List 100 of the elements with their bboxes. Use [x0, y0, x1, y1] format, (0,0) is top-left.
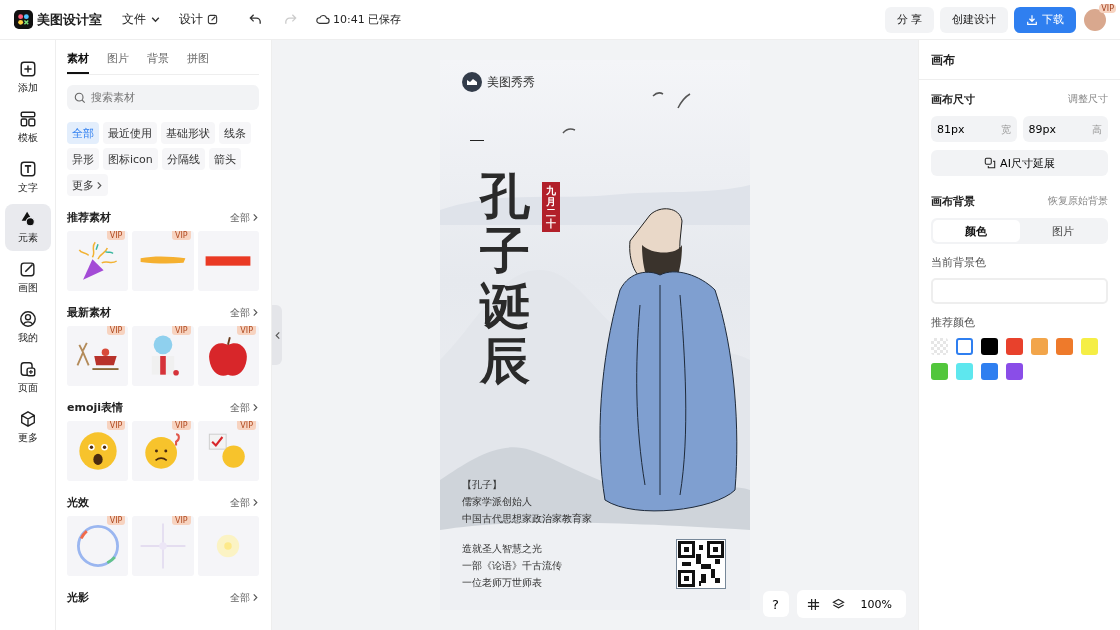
- restore-link[interactable]: 恢复原始背景: [1048, 195, 1108, 208]
- asset-thumbnail[interactable]: VIP: [67, 421, 129, 481]
- vip-badge: VIP: [237, 326, 256, 335]
- action-button[interactable]: 下载: [1014, 6, 1076, 33]
- section-title: emoji表情: [67, 400, 124, 415]
- edit-icon: [18, 260, 37, 278]
- redo-icon[interactable]: [283, 12, 298, 27]
- zoom-level[interactable]: 100%: [856, 597, 896, 611]
- vip-badge: VIP: [172, 231, 191, 240]
- sidebar-item[interactable]: 模板: [4, 104, 51, 151]
- grid-icon[interactable]: [806, 597, 820, 611]
- panel-tab[interactable]: 图片: [107, 51, 129, 74]
- color-swatch[interactable]: [931, 363, 948, 380]
- brush-stroke-drawing: [140, 256, 186, 264]
- chevron-right-icon: [252, 498, 259, 507]
- vip-badge: VIP: [1099, 3, 1116, 13]
- poster-text: 一部《论语》千古流传: [462, 559, 562, 573]
- asset-thumbnail[interactable]: VIP: [132, 421, 194, 481]
- action-button[interactable]: 分 享: [884, 6, 934, 33]
- vip-badge: VIP: [172, 326, 191, 335]
- logo-icon: [462, 72, 482, 92]
- vip-badge: VIP: [106, 231, 126, 240]
- sidebar-item[interactable]: 文字: [4, 154, 51, 201]
- section-title: 画布尺寸: [931, 92, 975, 107]
- chevron-right-icon: [252, 213, 259, 222]
- asset-thumbnail[interactable]: VIP: [67, 326, 129, 386]
- thinking-emoji-drawing: [145, 433, 180, 469]
- menu-button[interactable]: 文件: [122, 11, 161, 28]
- section-title: 画布背景: [931, 194, 975, 209]
- segment-tab[interactable]: 颜色: [933, 220, 1020, 242]
- color-swatch[interactable]: [1081, 338, 1098, 355]
- filter-chip[interactable]: 分隔线: [161, 148, 205, 170]
- color-swatch[interactable]: [956, 363, 973, 380]
- search-field[interactable]: 搜索素材: [67, 85, 259, 110]
- asset-thumbnail[interactable]: VIP: [132, 326, 194, 386]
- asset-thumbnail[interactable]: VIP: [67, 516, 129, 576]
- poster-text: 造就圣人智慧之光: [462, 542, 543, 556]
- chevron-right-icon: [252, 308, 259, 317]
- sidebar-item[interactable]: 我的: [4, 304, 51, 351]
- menu-button[interactable]: 设计: [179, 11, 218, 28]
- sidebar-item[interactable]: 添加: [4, 54, 51, 101]
- action-button[interactable]: 创建设计: [940, 6, 1008, 33]
- see-all-link[interactable]: 全部: [230, 210, 259, 225]
- scared-emoji-drawing: [79, 432, 117, 470]
- panel-tab[interactable]: 拼图: [187, 51, 209, 74]
- see-all-link[interactable]: 全部: [230, 400, 259, 415]
- sidebar-item[interactable]: 画图: [4, 254, 51, 301]
- ai-expand-button[interactable]: AI尺寸延展: [931, 150, 1108, 176]
- color-swatch[interactable]: [981, 338, 998, 355]
- asset-thumbnail[interactable]: VIP: [67, 231, 129, 291]
- panel-tab[interactable]: 背景: [147, 51, 169, 74]
- filter-chip[interactable]: 线条: [219, 122, 251, 144]
- see-all-link[interactable]: 全部: [230, 305, 259, 320]
- color-swatch[interactable]: [956, 338, 973, 355]
- poster-text: 【孔子】: [462, 478, 503, 492]
- date-label: 九月二十: [542, 182, 560, 232]
- color-swatch[interactable]: [1006, 338, 1023, 355]
- party-popper-drawing: [78, 241, 118, 280]
- color-swatch[interactable]: [1006, 363, 1023, 380]
- layers-icon[interactable]: [831, 597, 845, 611]
- panel-title: 画布: [919, 40, 1120, 80]
- unit-label: 高: [1092, 123, 1102, 137]
- see-all-link[interactable]: 全部: [230, 495, 259, 510]
- filter-chip[interactable]: 更多: [67, 174, 108, 196]
- color-swatch[interactable]: [981, 363, 998, 380]
- filter-chip[interactable]: 基础形状: [161, 122, 215, 144]
- asset-thumbnail[interactable]: VIP: [132, 231, 194, 291]
- asset-thumbnail[interactable]: [197, 516, 259, 576]
- see-all-link[interactable]: 全部: [230, 590, 259, 605]
- filter-chip[interactable]: 全部: [67, 122, 99, 144]
- vip-badge: VIP: [106, 421, 126, 430]
- undo-icon[interactable]: [248, 12, 263, 27]
- asset-thumbnail[interactable]: VIP: [132, 516, 194, 576]
- checklist-emoji-drawing: [209, 433, 246, 468]
- color-swatch[interactable]: [1031, 338, 1048, 355]
- asset-thumbnail[interactable]: [197, 231, 259, 291]
- resize-link[interactable]: 调整尺寸: [1068, 93, 1108, 106]
- unit-label: 宽: [1000, 123, 1011, 137]
- vip-badge: VIP: [172, 516, 191, 525]
- section-title: 推荐素材: [67, 210, 111, 225]
- asset-thumbnail[interactable]: VIP: [197, 326, 259, 386]
- transparent-swatch[interactable]: [931, 338, 948, 355]
- poster-text: 一位老师万世师表: [462, 576, 543, 590]
- cloud-icon: [316, 14, 330, 25]
- sidebar-item[interactable]: 更多: [4, 404, 51, 451]
- sidebar-item[interactable]: 元素: [4, 204, 51, 251]
- color-swatch[interactable]: [1056, 338, 1073, 355]
- apple-drawing: [209, 336, 248, 376]
- panel-tab[interactable]: 素材: [67, 51, 89, 74]
- sidebar-item[interactable]: 页面: [4, 354, 51, 401]
- poster-logo-text: 美图秀秀: [487, 73, 535, 91]
- filter-chip[interactable]: 异形: [67, 148, 99, 170]
- filter-chip[interactable]: 箭头: [208, 148, 241, 170]
- filter-chip[interactable]: 图标icon: [103, 148, 158, 170]
- filter-chip[interactable]: 最近使用: [103, 122, 157, 144]
- help-button[interactable]: ?: [762, 591, 789, 617]
- asset-thumbnail[interactable]: VIP: [197, 421, 259, 481]
- download-icon: [1026, 13, 1038, 26]
- collapse-handle[interactable]: [272, 305, 282, 365]
- segment-tab[interactable]: 图片: [1019, 220, 1106, 242]
